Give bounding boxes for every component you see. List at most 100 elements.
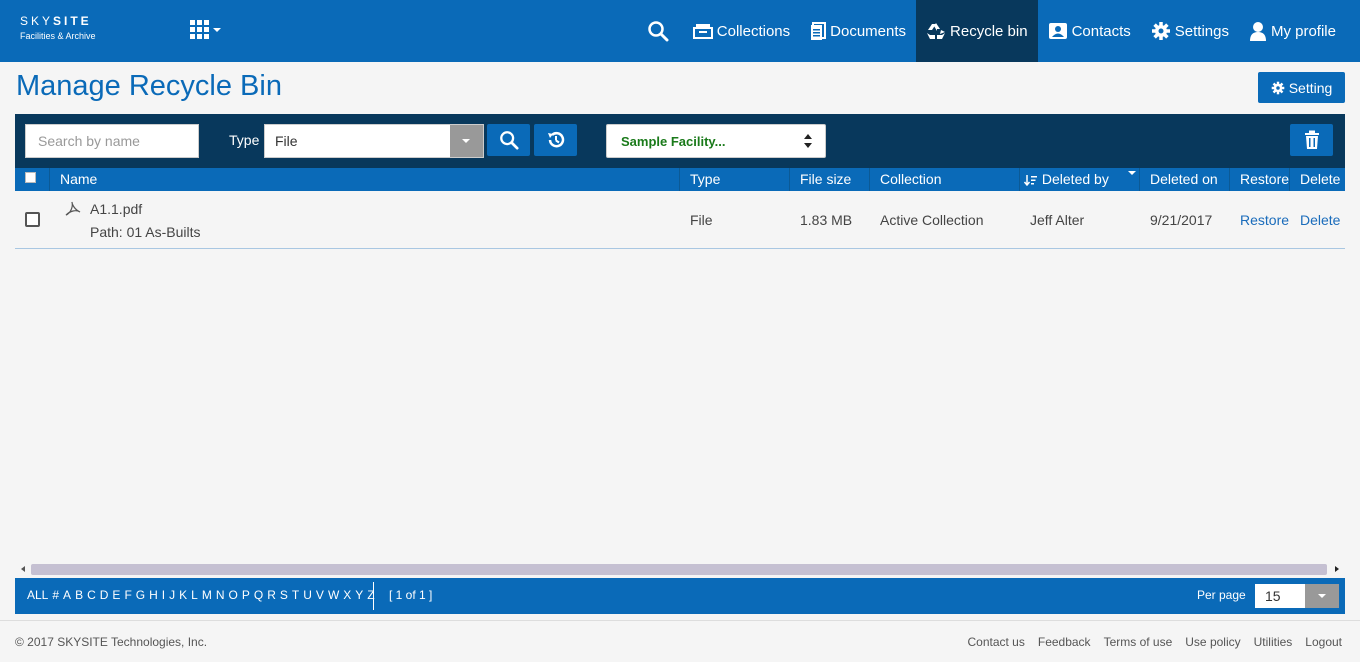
alphabet-filter: ALL # A B C D E F G H I J K L M N O P Q R S T U V W X Y Z bbox=[27, 588, 379, 602]
column-header-name[interactable]: Name bbox=[49, 168, 679, 191]
scrollbar-thumb[interactable] bbox=[31, 564, 1327, 575]
delete-link[interactable]: Delete bbox=[1300, 212, 1340, 228]
nav-collections-label: Collections bbox=[716, 22, 791, 40]
deleted-by: Jeff Alter bbox=[1030, 212, 1085, 228]
page-info: [ 1 of 1 ] bbox=[389, 588, 433, 602]
collection-name: Active Collection bbox=[880, 212, 984, 228]
column-header-file-size[interactable]: File size bbox=[789, 168, 869, 191]
alpha-filter-t[interactable]: T bbox=[292, 588, 299, 602]
scroll-left-icon[interactable] bbox=[21, 566, 25, 572]
type-label: Type bbox=[229, 132, 260, 148]
column-header-collection[interactable]: Collection bbox=[869, 168, 1019, 191]
alpha-filter-f[interactable]: F bbox=[124, 588, 131, 602]
alpha-filter-a[interactable]: A bbox=[63, 588, 71, 602]
nav-my-profile[interactable]: My profile bbox=[1239, 0, 1346, 62]
per-page-value: 15 bbox=[1265, 588, 1281, 604]
facility-select[interactable]: Sample Facility... bbox=[606, 124, 826, 158]
alpha-filter-x[interactable]: X bbox=[343, 588, 351, 602]
alpha-filter-hash[interactable]: # bbox=[52, 588, 59, 602]
filter-toolbar: Type File Sample Facility... bbox=[15, 114, 1345, 168]
alpha-filter-j[interactable]: J bbox=[169, 588, 175, 602]
contacts-icon bbox=[1048, 23, 1067, 39]
file-size: 1.83 MB bbox=[800, 212, 853, 228]
footer-link-contact-us[interactable]: Contact us bbox=[967, 635, 1024, 649]
alpha-filter-o[interactable]: O bbox=[229, 588, 238, 602]
alpha-filter-v[interactable]: V bbox=[316, 588, 324, 602]
alpha-filter-u[interactable]: U bbox=[303, 588, 312, 602]
select-all-checkbox[interactable] bbox=[25, 172, 36, 183]
search-button[interactable] bbox=[487, 124, 530, 156]
footer-link-logout[interactable]: Logout bbox=[1305, 635, 1342, 649]
column-header-type[interactable]: Type bbox=[679, 168, 789, 191]
logo-wordmark: SKYSITE bbox=[20, 14, 92, 28]
type-select-value: File bbox=[275, 133, 298, 149]
skysite-logo[interactable]: SKYSITE Facilities & Archive bbox=[20, 14, 96, 41]
main-nav: Collections Documents Recycle bin Contac… bbox=[637, 0, 1346, 62]
column-menu-icon[interactable] bbox=[1128, 171, 1136, 175]
sort-icon bbox=[1023, 175, 1037, 187]
alpha-filter-p[interactable]: P bbox=[242, 588, 250, 602]
alpha-filter-n[interactable]: N bbox=[216, 588, 225, 602]
search-icon bbox=[499, 131, 519, 150]
footer: © 2017 SKYSITE Technologies, Inc. Contac… bbox=[0, 620, 1360, 662]
horizontal-scrollbar[interactable] bbox=[15, 563, 1345, 576]
nav-contacts[interactable]: Contacts bbox=[1038, 0, 1141, 62]
nav-collections[interactable]: Collections bbox=[683, 0, 800, 62]
footer-link-terms-of-use[interactable]: Terms of use bbox=[1104, 635, 1173, 649]
type-select[interactable]: File bbox=[264, 124, 484, 158]
deleted-on: 9/21/2017 bbox=[1150, 212, 1213, 228]
sort-arrows-icon bbox=[804, 134, 812, 148]
alpha-filter-e[interactable]: E bbox=[112, 588, 120, 602]
restore-link[interactable]: Restore bbox=[1240, 212, 1289, 228]
column-header-deleted-by[interactable]: Deleted by bbox=[1019, 168, 1139, 191]
nav-recycle-bin-label: Recycle bin bbox=[950, 22, 1028, 40]
alpha-filter-b[interactable]: B bbox=[75, 588, 83, 602]
gear-icon bbox=[1151, 22, 1170, 40]
logo-subtitle: Facilities & Archive bbox=[20, 31, 96, 41]
gear-icon bbox=[1271, 81, 1285, 94]
row-checkbox[interactable] bbox=[25, 212, 40, 227]
nav-documents[interactable]: Documents bbox=[800, 0, 916, 62]
pager-divider bbox=[373, 582, 374, 610]
table-row: A1.1.pdf Path: 01 As-Builts File 1.83 MB… bbox=[15, 191, 1345, 249]
alpha-filter-s[interactable]: S bbox=[280, 588, 288, 602]
alpha-filter-d[interactable]: D bbox=[100, 588, 109, 602]
alpha-filter-c[interactable]: C bbox=[87, 588, 96, 602]
nav-settings[interactable]: Settings bbox=[1141, 0, 1239, 62]
column-header-restore[interactable]: Restore bbox=[1229, 168, 1289, 191]
alpha-filter-l[interactable]: L bbox=[191, 588, 198, 602]
footer-link-feedback[interactable]: Feedback bbox=[1038, 635, 1091, 649]
table-header: Name Type File size Collection Deleted b… bbox=[15, 168, 1345, 191]
per-page-select[interactable]: 15 bbox=[1255, 584, 1339, 608]
scroll-right-icon[interactable] bbox=[1335, 566, 1339, 572]
apps-menu-button[interactable] bbox=[190, 20, 222, 42]
alpha-filter-m[interactable]: M bbox=[202, 588, 212, 602]
footer-links: Contact us Feedback Terms of use Use pol… bbox=[954, 635, 1342, 649]
alpha-filter-k[interactable]: K bbox=[179, 588, 187, 602]
column-header-delete[interactable]: Delete bbox=[1289, 168, 1345, 191]
column-header-deleted-by-label: Deleted by bbox=[1041, 171, 1109, 187]
alpha-filter-w[interactable]: W bbox=[328, 588, 339, 602]
alpha-filter-q[interactable]: Q bbox=[254, 588, 263, 602]
trash-icon bbox=[1304, 130, 1319, 149]
alpha-filter-h[interactable]: H bbox=[149, 588, 158, 602]
column-header-deleted-on[interactable]: Deleted on bbox=[1139, 168, 1229, 191]
page-title: Manage Recycle Bin bbox=[16, 70, 282, 102]
alpha-filter-all[interactable]: ALL bbox=[27, 588, 48, 602]
nav-search[interactable] bbox=[637, 0, 683, 62]
alpha-filter-y[interactable]: Y bbox=[355, 588, 363, 602]
alpha-filter-i[interactable]: I bbox=[162, 588, 165, 602]
footer-link-utilities[interactable]: Utilities bbox=[1254, 635, 1293, 649]
reset-history-button[interactable] bbox=[534, 124, 577, 156]
footer-link-use-policy[interactable]: Use policy bbox=[1185, 635, 1240, 649]
nav-recycle-bin[interactable]: Recycle bin bbox=[916, 0, 1038, 62]
search-input[interactable] bbox=[25, 124, 199, 158]
file-name[interactable]: A1.1.pdf bbox=[90, 201, 142, 217]
alpha-filter-g[interactable]: G bbox=[136, 588, 145, 602]
top-navbar: SKYSITE Facilities & Archive Collections… bbox=[0, 0, 1360, 62]
empty-recycle-bin-button[interactable] bbox=[1290, 124, 1333, 156]
caret-down-icon bbox=[213, 28, 221, 32]
setting-button[interactable]: Setting bbox=[1258, 72, 1345, 103]
search-icon bbox=[648, 21, 669, 42]
alpha-filter-r[interactable]: R bbox=[267, 588, 276, 602]
